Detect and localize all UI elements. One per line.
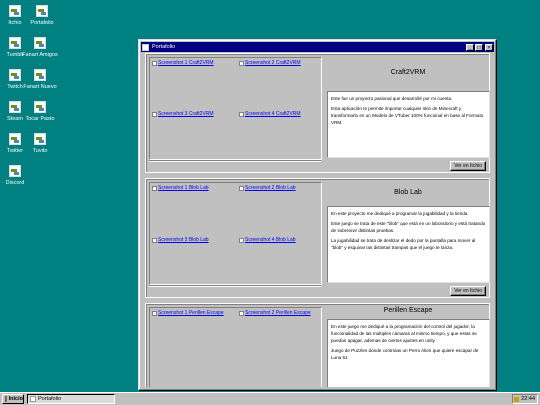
screenshot-link[interactable]: Screenshot 3 Craft2VRM [152, 111, 214, 117]
project-description[interactable]: En este juego me dediqué a la programaci… [327, 319, 490, 387]
fanart-amigos-icon [34, 37, 46, 49]
itchio-shortcut-icon [9, 5, 21, 17]
window-title: Portafolio [152, 44, 176, 50]
start-button[interactable]: Inicio [2, 394, 24, 404]
tocar-pasto-icon [34, 101, 46, 113]
divider [149, 285, 321, 287]
screenshot-link[interactable]: Screenshot 4 Blob Lab [239, 237, 296, 243]
desktop-icon-tocar-pasto[interactable]: Tocar Pasto [25, 101, 55, 124]
speaker-icon[interactable] [514, 396, 520, 402]
taskbar: Inicio Portafolio 22:44 [0, 392, 540, 405]
project-card-perillen-escape: Screenshot 1 Perillen Escape Screenshot … [145, 303, 490, 387]
broken-image-icon [152, 310, 157, 316]
broken-image-icon [239, 111, 244, 117]
window-content[interactable]: Screenshot 1 Craft2VRM Screenshot 2 Craf… [142, 53, 493, 387]
screenshot-link[interactable]: Screenshot 4 Craft2VRM [239, 111, 301, 117]
broken-image-icon [152, 60, 157, 66]
description-paragraph: En este juego me dediqué a la programaci… [331, 324, 477, 343]
broken-image-icon [239, 310, 244, 316]
screenshot-gallery: Screenshot 1 Craft2VRM Screenshot 2 Craf… [149, 57, 322, 160]
description-paragraph: Esta aplicación te permite importar cual… [331, 106, 484, 125]
taskbar-window-button[interactable]: Portafolio [27, 394, 115, 404]
screenshot-link[interactable]: Screenshot 1 Blob Lab [152, 185, 209, 191]
description-paragraph: Este fue un proyecto pasional que desarr… [331, 96, 453, 101]
twitch-shortcut-icon [9, 69, 21, 81]
screenshot-alt-text: Screenshot 1 Perillen Escape [158, 310, 224, 316]
desktop-icon-fanart-amigos[interactable]: Fanart Amigos [22, 37, 58, 60]
desktop-icon-label: Discord [5, 180, 25, 186]
screenshot-link[interactable]: Screenshot 2 Perillen Escape [239, 310, 311, 316]
desktop-icon-label: Tuvito [32, 148, 48, 154]
ver-en-itchio-button[interactable]: Ver en Itchio [450, 161, 486, 171]
window-titlebar[interactable]: Portafolio _ □ × [141, 42, 494, 52]
screenshot-link[interactable]: Screenshot 1 Craft2VRM [152, 60, 214, 66]
description-paragraph: Juego de Puzzles donde controlas un Perr… [331, 348, 479, 360]
screenshot-link[interactable]: Screenshot 3 Blob Lab [152, 237, 209, 243]
screenshot-alt-text: Screenshot 2 Blob Lab [245, 185, 296, 191]
description-paragraph: La jugabilidad se trata de deslizar el d… [331, 238, 476, 250]
project-card-blob-lab: Screenshot 1 Blob Lab Screenshot 2 Blob … [145, 178, 490, 298]
window-app-icon [142, 43, 149, 51]
twitter-shortcut-icon [9, 133, 21, 145]
system-tray: 22:44 [512, 394, 538, 404]
fanart-nuevo-icon [34, 69, 46, 81]
screenshot-alt-text: Screenshot 3 Craft2VRM [158, 111, 214, 117]
desktop-icon-portafolio[interactable]: Portafolio [27, 5, 57, 28]
desktop-icon-label: Fanart Nuevo [23, 84, 57, 90]
screenshot-link[interactable]: Screenshot 1 Perillen Escape [152, 310, 224, 316]
taskbar-window-label: Portafolio [38, 396, 62, 402]
windows-logo-icon [5, 396, 7, 402]
project-title: Blob Lab [394, 189, 422, 196]
broken-image-icon [152, 111, 157, 117]
screenshot-alt-text: Screenshot 4 Craft2VRM [245, 111, 301, 117]
close-button[interactable]: × [485, 43, 493, 51]
tuvito-shortcut-icon [34, 133, 46, 145]
clock: 22:44 [521, 396, 535, 402]
project-title: Perillen Escape [383, 307, 433, 314]
screenshot-link[interactable]: Screenshot 2 Craft2VRM [239, 60, 301, 66]
desktop-icon-label: Portafolio [30, 20, 54, 26]
portafolio-shortcut-icon [36, 5, 48, 17]
divider [149, 160, 321, 162]
discord-shortcut-icon [9, 165, 21, 177]
broken-image-icon [239, 237, 244, 243]
portafolio-window: Portafolio _ □ × Screenshot 1 Craft2VRM … [138, 39, 497, 391]
desktop-icon-tuvito[interactable]: Tuvito [25, 133, 55, 156]
start-label: Inicio [8, 396, 23, 402]
broken-image-icon [239, 185, 244, 191]
screenshot-link[interactable]: Screenshot 2 Blob Lab [239, 185, 296, 191]
description-paragraph: Este juego se trata de este "blob" que e… [331, 221, 486, 233]
maximize-button[interactable]: □ [475, 43, 483, 51]
desktop-icon-fanart-nuevo[interactable]: Fanart Nuevo [23, 69, 57, 92]
desktop-icon-label: Fanart Amigos [22, 52, 58, 58]
broken-image-icon [152, 185, 157, 191]
portafolio-app-icon [30, 396, 36, 402]
desktop-icon-discord[interactable]: Discord [0, 165, 30, 188]
desktop-icon-label: Tocar Pasto [25, 116, 55, 122]
screenshot-alt-text: Screenshot 3 Blob Lab [158, 237, 209, 243]
screenshot-alt-text: Screenshot 4 Blob Lab [245, 237, 296, 243]
description-paragraph: En este proyecto me dediqué a programar … [331, 211, 469, 216]
screenshot-alt-text: Screenshot 1 Blob Lab [158, 185, 209, 191]
screenshot-gallery: Screenshot 1 Perillen Escape Screenshot … [149, 307, 322, 387]
tumblr-shortcut-icon [9, 37, 21, 49]
project-description[interactable]: Este fue un proyecto pasional que desarr… [327, 91, 490, 158]
screenshot-alt-text: Screenshot 2 Craft2VRM [245, 60, 301, 66]
broken-image-icon [152, 237, 157, 243]
screenshot-alt-text: Screenshot 1 Craft2VRM [158, 60, 214, 66]
screenshot-alt-text: Screenshot 2 Perillen Escape [245, 310, 311, 316]
screenshot-gallery: Screenshot 1 Blob Lab Screenshot 2 Blob … [149, 182, 322, 285]
minimize-button[interactable]: _ [466, 43, 474, 51]
steam-shortcut-icon [9, 101, 21, 113]
project-description[interactable]: En este proyecto me dediqué a programar … [327, 206, 490, 283]
ver-en-itchio-button[interactable]: Ver en Itchio [450, 286, 486, 296]
project-title: Craft2VRM [390, 69, 426, 76]
project-card-craft2vrm: Screenshot 1 Craft2VRM Screenshot 2 Craf… [145, 53, 490, 173]
broken-image-icon [239, 60, 244, 66]
